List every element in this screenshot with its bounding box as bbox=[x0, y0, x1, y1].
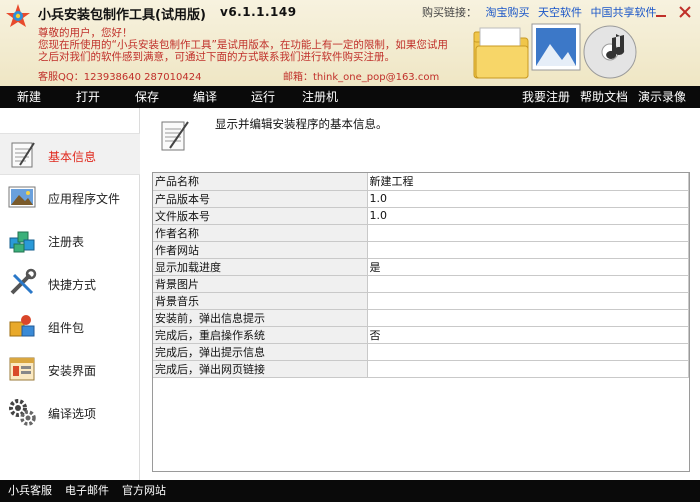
property-name: 文件版本号 bbox=[153, 207, 368, 225]
property-value[interactable] bbox=[367, 309, 689, 327]
app-title: 小兵安装包制作工具(试用版) bbox=[38, 8, 206, 23]
sidebar-item-label: 基本信息 bbox=[48, 150, 97, 164]
property-value[interactable] bbox=[367, 343, 689, 361]
footer-link-email[interactable]: 电子邮件 bbox=[65, 480, 109, 502]
buy-label: 购买链接： bbox=[422, 6, 477, 19]
menu-register[interactable]: 我要注册 bbox=[522, 86, 570, 108]
property-name: 安装前，弹出信息提示 bbox=[153, 309, 368, 327]
property-name: 背景音乐 bbox=[153, 292, 368, 310]
close-button[interactable] bbox=[676, 3, 694, 21]
footer-link-support[interactable]: 小兵客服 bbox=[8, 480, 52, 502]
sidebar-item-label: 快捷方式 bbox=[48, 278, 97, 292]
main-panel: 显示并编辑安装程序的基本信息。 产品名称 新建工程 产品版本号 1.0 文件版本号 1.0… bbox=[141, 108, 700, 480]
app-header: 小兵安装包制作工具(试用版) v6.1.1.149 购买链接： 淘宝购买 天空软… bbox=[0, 0, 700, 86]
registry-icon bbox=[9, 231, 35, 253]
sidebar-item-app-files[interactable]: 应用程序文件 bbox=[0, 176, 140, 218]
property-row[interactable]: 完成后，弹出网页链接 bbox=[153, 360, 689, 378]
property-row[interactable]: 产品名称 新建工程 bbox=[153, 173, 689, 191]
menu-open[interactable]: 打开 bbox=[76, 86, 100, 108]
menu-demo-video[interactable]: 演示录像 bbox=[638, 86, 686, 108]
property-name: 完成后，重启操作系统 bbox=[153, 326, 368, 344]
app-logo-icon bbox=[6, 4, 30, 27]
app-version: v6.1.1.149 bbox=[220, 5, 297, 19]
menu-save[interactable]: 保存 bbox=[135, 86, 159, 108]
property-row[interactable]: 产品版本号 1.0 bbox=[153, 190, 689, 208]
property-name: 显示加载进度 bbox=[153, 258, 368, 276]
window-icon bbox=[9, 357, 35, 381]
menu-bar: 新建 打开 保存 编译 运行 注册机 我要注册 帮助文档 演示录像 bbox=[0, 86, 700, 108]
property-row[interactable]: 背景音乐 bbox=[153, 292, 689, 310]
notice-line: 尊敬的用户，您好！ bbox=[38, 27, 133, 39]
sidebar: 基本信息 应用程序文件 注册表 快捷方式 组件包 安装界面 编译选项 bbox=[0, 108, 140, 480]
tools-icon bbox=[10, 268, 37, 295]
property-name: 作者网站 bbox=[153, 241, 368, 259]
property-value[interactable] bbox=[367, 275, 689, 293]
menu-keygen[interactable]: 注册机 bbox=[302, 86, 338, 108]
notice-line: 之后对我们的软件感到满意，可通过下面的方式联系我们进行软件购买注册。 bbox=[38, 51, 395, 63]
property-table: 产品名称 新建工程 产品版本号 1.0 文件版本号 1.0 作者名称 作者网站 显示加载进度是背… bbox=[153, 173, 689, 378]
notice-line: 您现在所使用的“小兵安装包制作工具”是试用版本，在功能上有一定的限制，如果您试用 bbox=[38, 39, 448, 51]
sidebar-item-registry[interactable]: 注册表 bbox=[0, 219, 140, 261]
footer-link-website[interactable]: 官方网站 bbox=[122, 480, 166, 502]
sidebar-item-label: 注册表 bbox=[48, 235, 85, 249]
property-row[interactable]: 背景图片 bbox=[153, 275, 689, 293]
property-value[interactable]: 是 bbox=[367, 258, 689, 276]
link-skycn[interactable]: 天空软件 bbox=[538, 6, 582, 19]
minimize-icon bbox=[656, 15, 666, 17]
sidebar-item-shortcuts[interactable]: 快捷方式 bbox=[0, 262, 140, 304]
property-value[interactable] bbox=[367, 292, 689, 310]
sidebar-item-label: 编译选项 bbox=[48, 407, 97, 421]
picture-icon bbox=[8, 186, 36, 208]
sidebar-item-install-ui[interactable]: 安装界面 bbox=[0, 348, 140, 390]
footer-bar: 小兵客服 电子邮件 官方网站 bbox=[0, 480, 700, 502]
sidebar-item-compile-options[interactable]: 编译选项 bbox=[0, 391, 140, 433]
buy-links: 购买链接： 淘宝购买 天空软件 中国共享软件 bbox=[422, 4, 662, 20]
notepad-icon bbox=[161, 121, 189, 151]
link-taobao[interactable]: 淘宝购买 bbox=[486, 6, 530, 19]
property-value[interactable] bbox=[367, 224, 689, 242]
notepad-icon bbox=[11, 142, 35, 168]
property-name: 产品版本号 bbox=[153, 190, 368, 208]
property-row[interactable]: 安装前，弹出信息提示 bbox=[153, 309, 689, 327]
property-value[interactable] bbox=[367, 241, 689, 259]
property-value[interactable]: 新建工程 bbox=[367, 173, 689, 191]
property-value[interactable]: 否 bbox=[367, 326, 689, 344]
sidebar-item-basic-info[interactable]: 基本信息 bbox=[0, 133, 140, 175]
sidebar-item-label: 安装界面 bbox=[48, 364, 97, 378]
property-grid: 产品名称 新建工程 产品版本号 1.0 文件版本号 1.0 作者名称 作者网站 显示加载进度是背… bbox=[152, 172, 690, 472]
link-sharesoft[interactable]: 中国共享软件 bbox=[591, 6, 657, 19]
property-name: 背景图片 bbox=[153, 275, 368, 293]
trial-notice: 尊敬的用户，您好！ 您现在所使用的“小兵安装包制作工具”是试用版本，在功能上有一… bbox=[38, 27, 478, 63]
property-row[interactable]: 文件版本号 1.0 bbox=[153, 207, 689, 225]
gears-icon bbox=[9, 399, 36, 426]
property-row[interactable]: 完成后，弹出提示信息 bbox=[153, 343, 689, 361]
property-value[interactable]: 1.0 bbox=[367, 207, 689, 225]
property-name: 产品名称 bbox=[153, 173, 368, 191]
property-row[interactable]: 完成后，重启操作系统否 bbox=[153, 326, 689, 344]
sidebar-item-label: 组件包 bbox=[48, 321, 85, 335]
property-name: 完成后，弹出提示信息 bbox=[153, 343, 368, 361]
property-value[interactable]: 1.0 bbox=[367, 190, 689, 208]
sidebar-item-components[interactable]: 组件包 bbox=[0, 305, 140, 347]
contact-qq: 客服QQ：123938640 287010424 bbox=[38, 72, 202, 83]
contact-email: 邮箱：think_one_pop@163.com bbox=[283, 72, 440, 83]
menu-help-docs[interactable]: 帮助文档 bbox=[580, 86, 628, 108]
components-icon bbox=[9, 315, 35, 337]
minimize-button[interactable] bbox=[652, 3, 670, 21]
menu-compile[interactable]: 编译 bbox=[193, 86, 217, 108]
header-decoration-icon bbox=[473, 23, 637, 79]
property-name: 作者名称 bbox=[153, 224, 368, 242]
section-description: 显示并编辑安装程序的基本信息。 bbox=[215, 117, 388, 131]
close-icon bbox=[679, 6, 691, 18]
property-row[interactable]: 作者名称 bbox=[153, 224, 689, 242]
sidebar-item-label: 应用程序文件 bbox=[48, 192, 121, 206]
menu-new[interactable]: 新建 bbox=[17, 86, 41, 108]
property-value[interactable] bbox=[367, 360, 689, 378]
menu-run[interactable]: 运行 bbox=[251, 86, 275, 108]
property-row[interactable]: 显示加载进度是 bbox=[153, 258, 689, 276]
property-name: 完成后，弹出网页链接 bbox=[153, 360, 368, 378]
property-row[interactable]: 作者网站 bbox=[153, 241, 689, 259]
